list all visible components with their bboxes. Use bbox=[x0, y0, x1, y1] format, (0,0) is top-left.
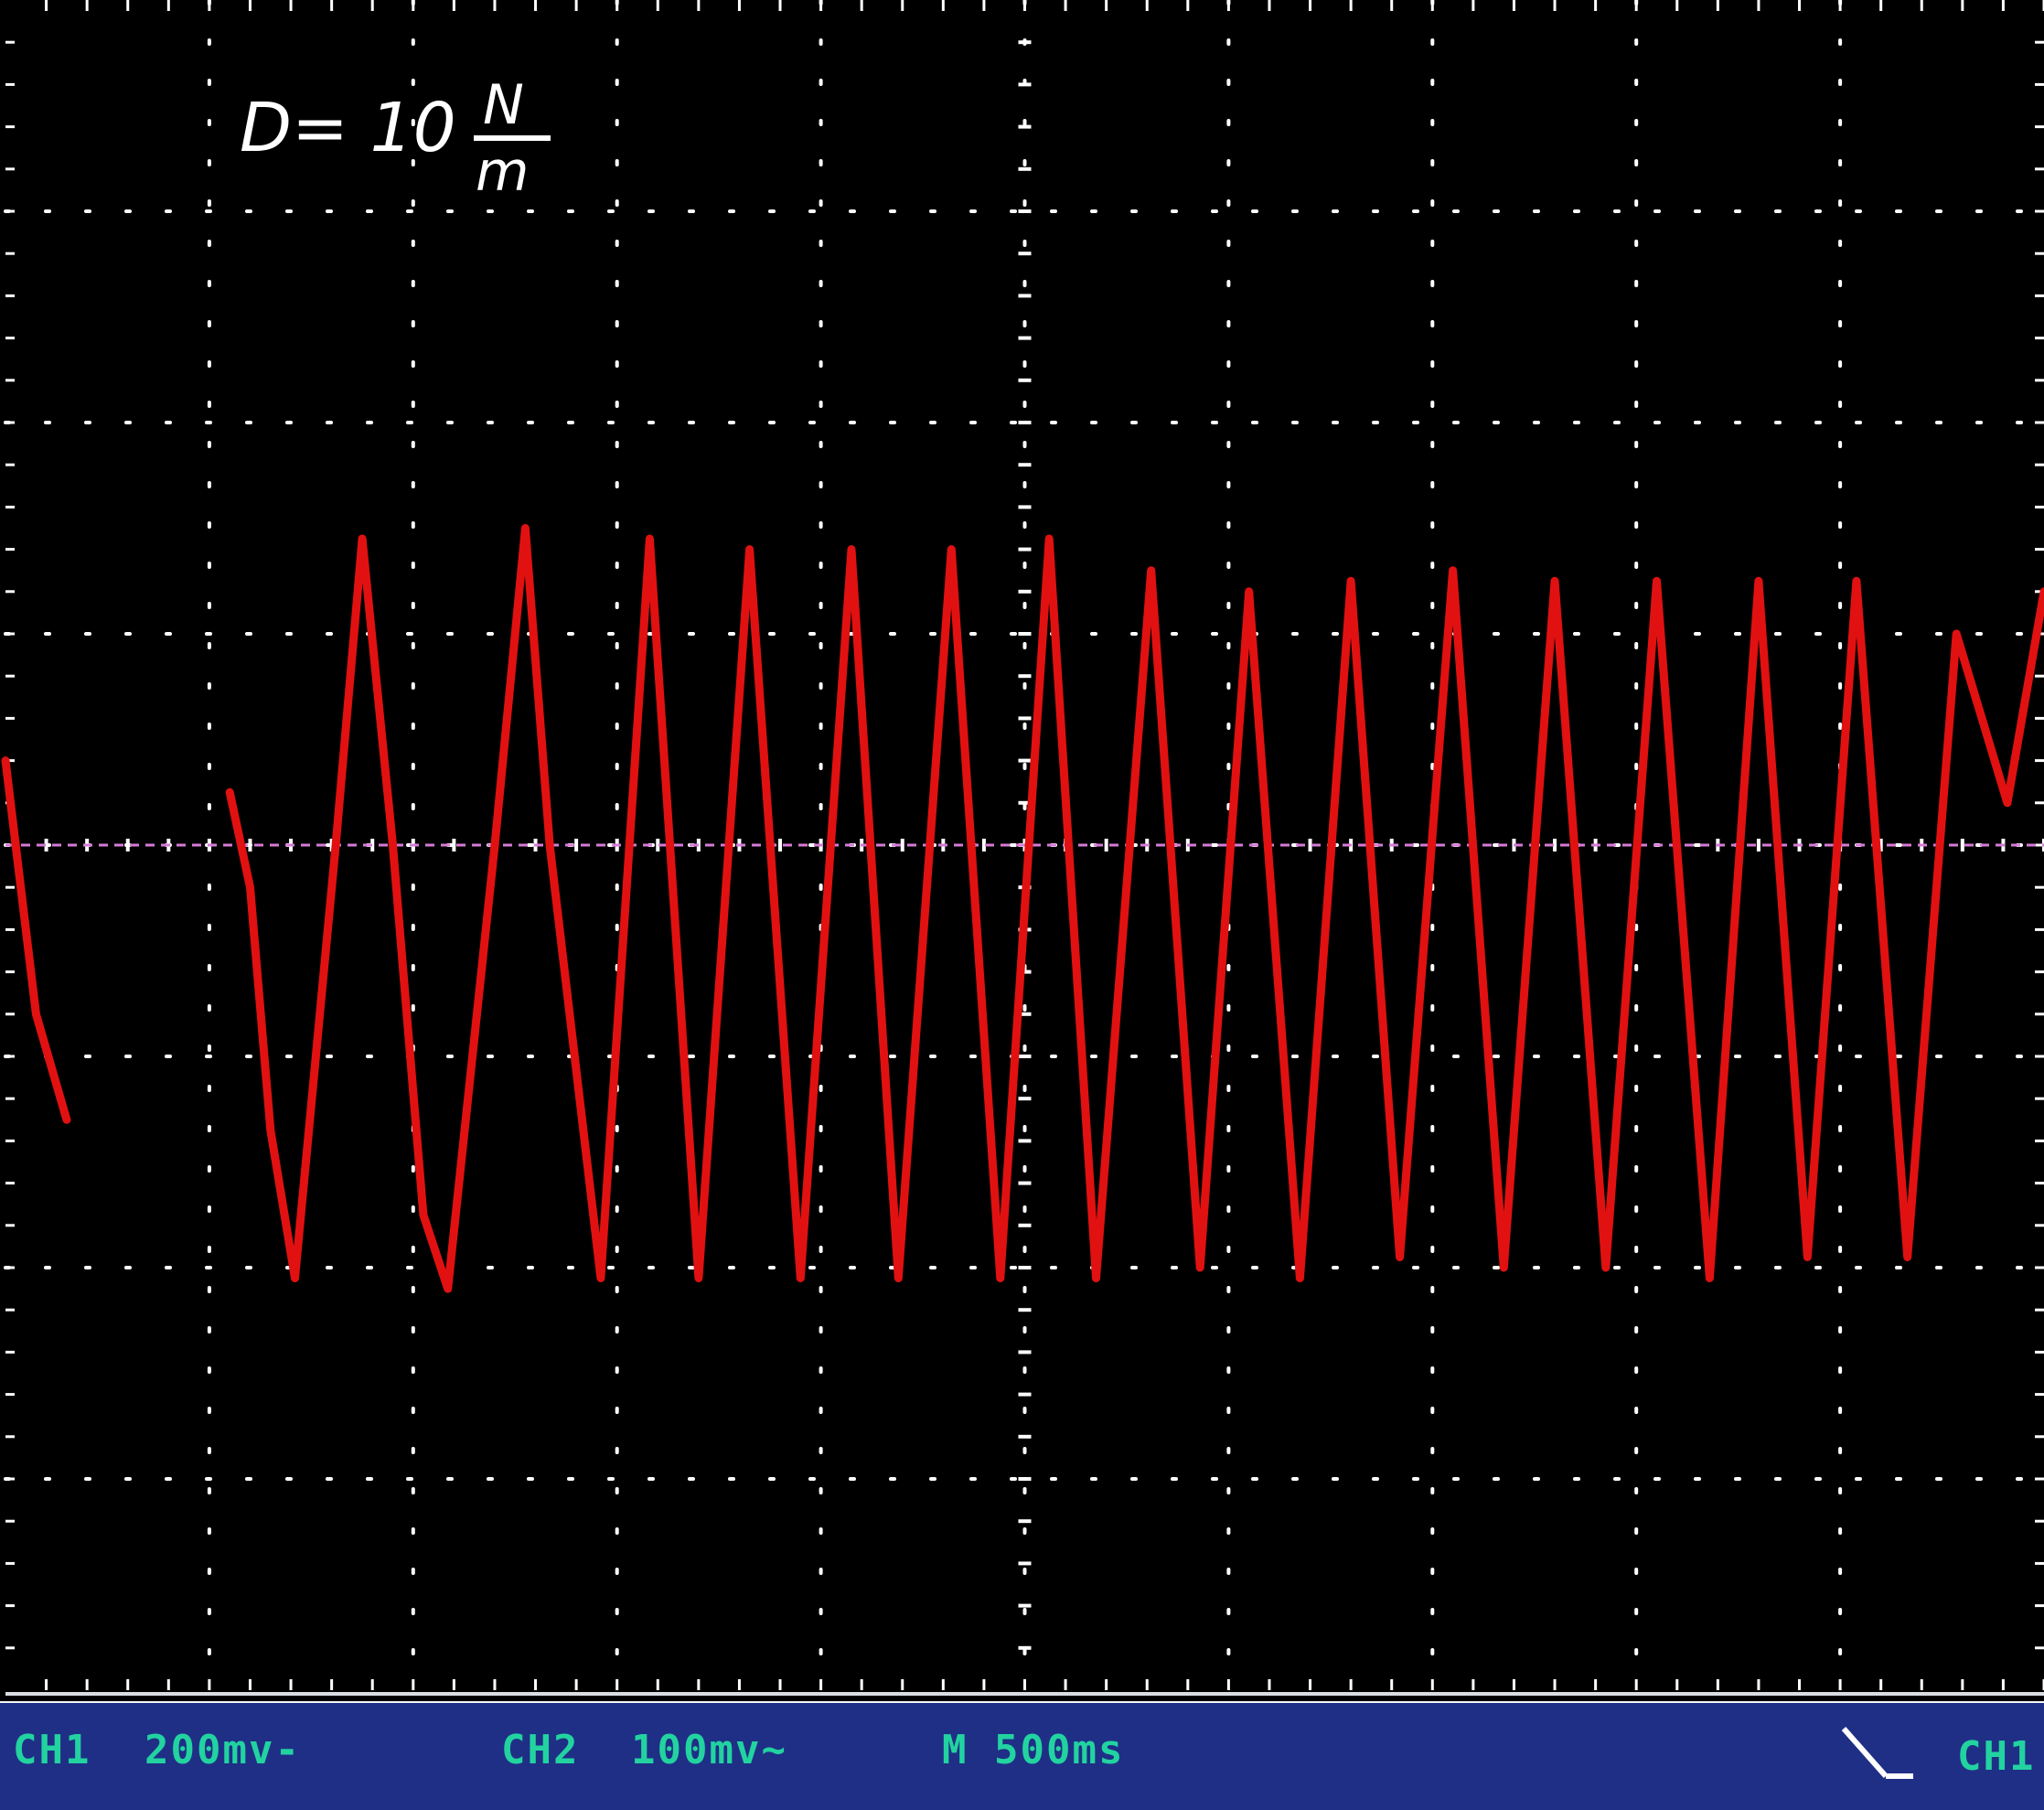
oscilloscope-display: D= 10 N m CH1 200mv- CH2 100mv~ M 500ms … bbox=[0, 0, 2044, 1810]
trigger-channel-label: CH1 bbox=[1957, 1733, 2035, 1780]
annotation-prefix: D= 10 bbox=[240, 89, 456, 167]
ch2-label: CH2 bbox=[501, 1727, 579, 1773]
annotation-unit-denominator: m bbox=[476, 140, 529, 204]
status-bar: CH1 200mv- CH2 100mv~ M 500ms CH1 bbox=[0, 1703, 2044, 1810]
ch1-label: CH1 bbox=[13, 1727, 91, 1773]
ch1-scale: 200mv- bbox=[144, 1727, 301, 1773]
annotation-unit-numerator: N bbox=[483, 73, 524, 137]
oscilloscope-screen: D= 10 N m CH1 200mv- CH2 100mv~ M 500ms … bbox=[0, 0, 2044, 1810]
timebase-readout: M 500ms bbox=[942, 1727, 1124, 1773]
ch2-scale: 100mv~ bbox=[631, 1727, 787, 1773]
